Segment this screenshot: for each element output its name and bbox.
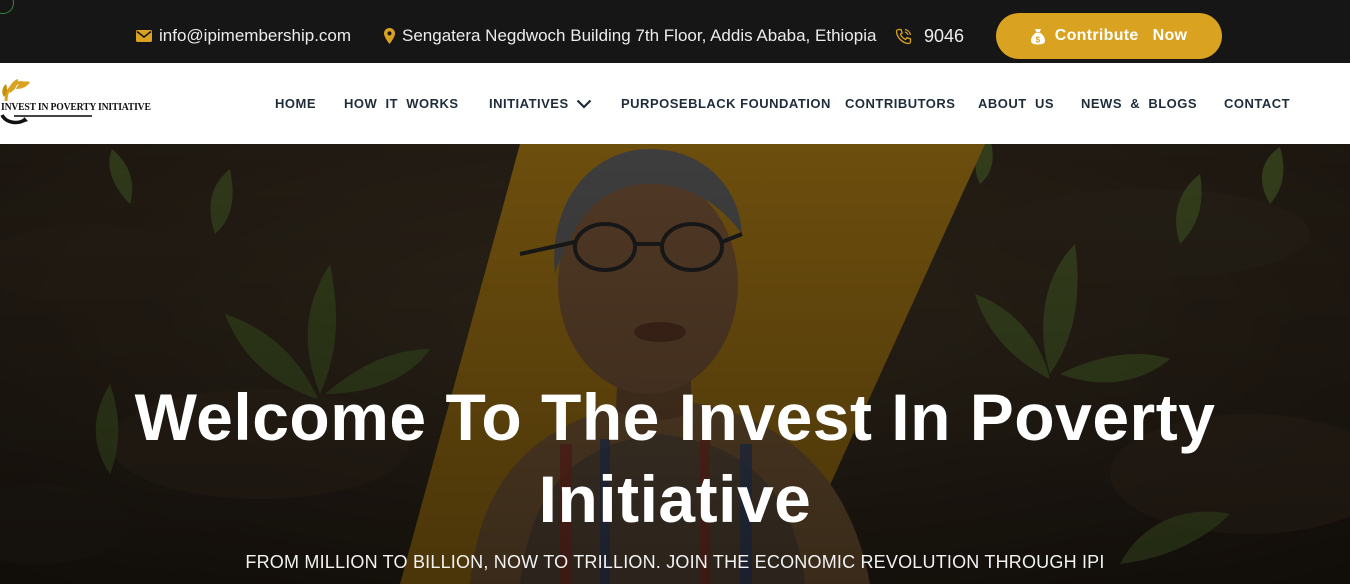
map-pin-icon	[384, 28, 395, 44]
address-text: Sengatera Negdwoch Building 7th Floor, A…	[402, 26, 877, 45]
nav-news-blogs[interactable]: NEWS & BLOGS	[1081, 63, 1197, 144]
phone-contact[interactable]: 9046	[895, 0, 964, 72]
nav-home[interactable]: HOME	[275, 63, 316, 144]
phone-text[interactable]: 9046	[924, 26, 964, 47]
nav-initiatives[interactable]: INITIATIVES	[489, 63, 592, 144]
svg-text:$: $	[1035, 35, 1040, 44]
phone-icon	[895, 28, 912, 44]
hero-title: Welcome To The Invest In Poverty Initiat…	[0, 376, 1350, 540]
contribute-now-button[interactable]: $ Contribute Now	[996, 13, 1222, 59]
nav-purposeblack-foundation[interactable]: PURPOSEBLACK FOUNDATION	[621, 63, 831, 144]
email-contact[interactable]: info@ipimembership.com	[136, 0, 351, 72]
logo-tagline-line	[14, 115, 92, 117]
nav-how-it-works[interactable]: HOW IT WORKS	[344, 63, 459, 144]
nav-initiatives-label: INITIATIVES	[489, 96, 569, 111]
top-info-bar: info@ipimembership.com Sengatera Negdwoc…	[0, 0, 1350, 63]
hero-subtitle: FROM MILLION TO BILLION, NOW TO TRILLION…	[245, 552, 1105, 572]
money-bag-icon: $	[1030, 28, 1045, 44]
hero-banner: Welcome To The Invest In Poverty Initiat…	[0, 144, 1350, 584]
address-contact: Sengatera Negdwoch Building 7th Floor, A…	[384, 0, 876, 72]
chevron-down-icon[interactable]	[576, 99, 592, 109]
email-text[interactable]: info@ipimembership.com	[159, 26, 351, 46]
hero-title-line2: Initiative	[538, 462, 812, 536]
logo-text: INVEST IN POVERTY INITIATIVE	[1, 102, 151, 113]
hero-title-line1: Welcome To The Invest In Poverty	[134, 380, 1216, 454]
logo-emblem-icon	[0, 79, 30, 125]
site-logo[interactable]: INVEST IN POVERTY INITIATIVE	[0, 69, 151, 129]
corner-indicator	[0, 0, 14, 14]
contribute-label-now: Now	[1152, 27, 1188, 44]
contribute-label: Contribute	[1054, 27, 1139, 44]
nav-about-us[interactable]: ABOUT US	[978, 63, 1054, 144]
nav-contributors[interactable]: CONTRIBUTORS	[845, 63, 955, 144]
envelope-icon	[136, 30, 152, 42]
main-navigation: INVEST IN POVERTY INITIATIVE HOME HOW IT…	[0, 63, 1350, 144]
nav-contact[interactable]: CONTACT	[1224, 63, 1290, 144]
